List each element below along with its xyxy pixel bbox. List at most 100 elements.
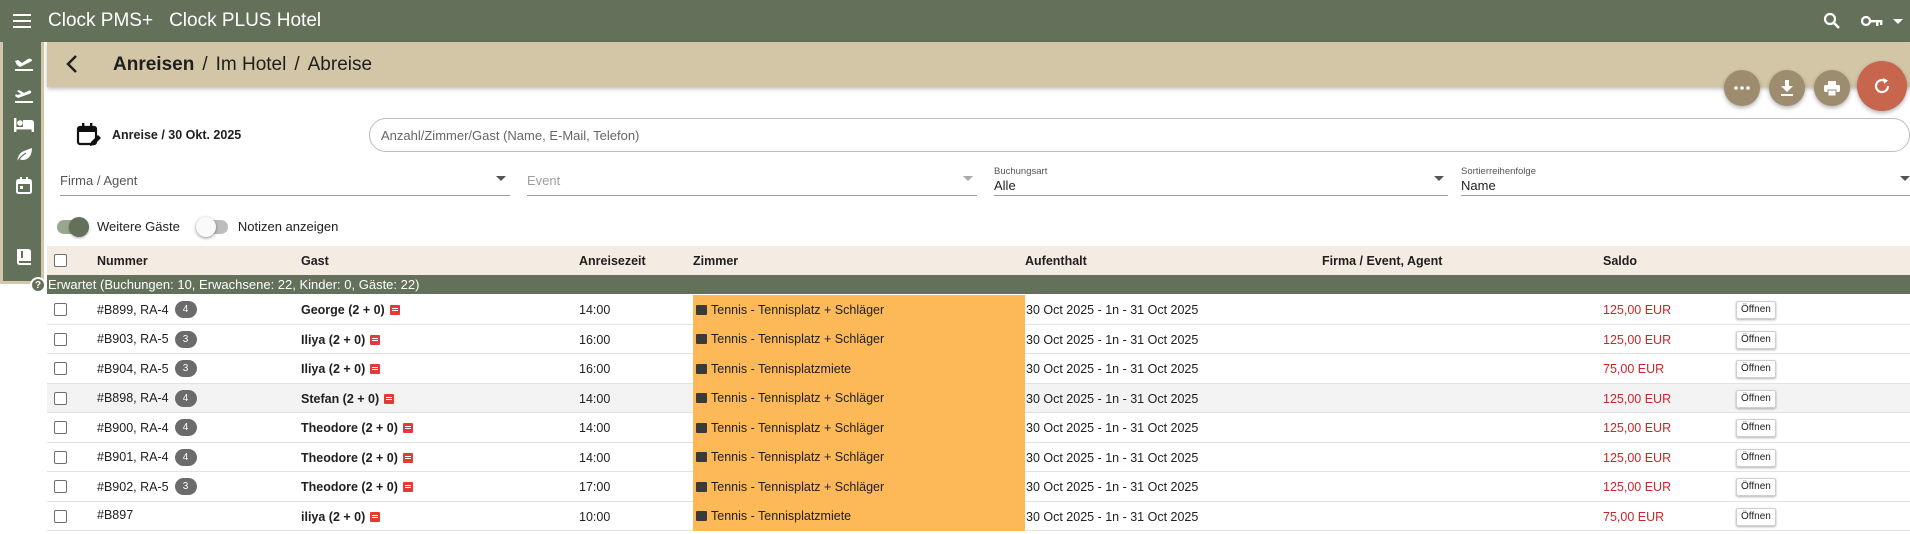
open-button[interactable]: Öffnen xyxy=(1736,330,1776,349)
open-button[interactable]: Öffnen xyxy=(1736,301,1776,319)
breadcrumb-in-hotel[interactable]: Im Hotel xyxy=(216,54,287,75)
date-selector[interactable]: Anreise / 30 Okt. 2025 xyxy=(76,122,241,148)
booking-number[interactable]: #B901, RA-4 4 xyxy=(97,448,197,466)
note-icon[interactable] xyxy=(402,452,413,463)
breadcrumb-departure[interactable]: Abreise xyxy=(308,54,372,75)
note-icon[interactable] xyxy=(370,511,381,522)
open-button[interactable]: Öffnen xyxy=(1736,389,1776,408)
arrivals-icon[interactable] xyxy=(9,48,39,78)
booking-number[interactable]: #B897 xyxy=(97,508,133,522)
chevron-down-icon xyxy=(1434,176,1444,181)
booking-number[interactable]: #B899, RA-4 4 xyxy=(97,301,197,318)
stay-period: 30 Oct 2025 - 1n - 31 Oct 2025 xyxy=(1026,303,1199,317)
row-checkbox[interactable] xyxy=(54,421,67,434)
sort-order-select[interactable]: Sortierreihenfolge Name xyxy=(1461,164,1910,196)
booking-type-select[interactable]: Buchungsart Alle xyxy=(994,164,1448,196)
table-row[interactable]: #B899, RA-4 4 George (2 + 0) 14:00 Tennis… xyxy=(47,295,1910,325)
show-notes-toggle[interactable] xyxy=(195,216,228,237)
event-select[interactable]: Event xyxy=(527,164,977,196)
guest-name[interactable]: Stefan (2 + 0) xyxy=(301,392,395,406)
table-row[interactable]: #B903, RA-5 3 Iliya (2 + 0) 16:00 Tennis … xyxy=(47,324,1910,354)
row-checkbox[interactable] xyxy=(54,362,67,375)
leaf-icon[interactable] xyxy=(9,140,39,170)
guest-name[interactable]: Iliya (2 + 0) xyxy=(301,362,381,376)
key-menu[interactable] xyxy=(1854,0,1910,42)
room-type-icon xyxy=(696,393,707,404)
booking-number[interactable]: #B898, RA-4 4 xyxy=(97,389,197,407)
column-arrival-time[interactable]: Anreisezeit xyxy=(579,254,646,268)
table-row[interactable]: #B898, RA-4 4 Stefan (2 + 0) 14:00 Tennis… xyxy=(47,383,1910,413)
row-checkbox[interactable] xyxy=(54,332,67,346)
row-checkbox[interactable] xyxy=(54,391,67,405)
book-icon[interactable] xyxy=(9,242,39,272)
room-name: Tennis - Tennisplatzmiete xyxy=(711,509,852,524)
note-icon[interactable] xyxy=(402,423,413,433)
hotel-name[interactable]: Clock PLUS Hotel xyxy=(169,10,321,32)
column-guest[interactable]: Gast xyxy=(301,254,329,268)
print-button[interactable] xyxy=(1814,70,1850,106)
room-type-icon xyxy=(696,304,707,315)
column-room[interactable]: Zimmer xyxy=(693,254,738,268)
booking-number[interactable]: #B902, RA-5 3 xyxy=(97,478,197,495)
breadcrumb-arrivals[interactable]: Anreisen xyxy=(113,54,194,75)
room-cell[interactable]: Tennis - Tennisplatz + Schläger xyxy=(693,295,1025,325)
open-button[interactable]: Öffnen xyxy=(1736,507,1776,526)
room-cell[interactable]: Tennis - Tennisplatz + Schläger xyxy=(693,442,1025,472)
guest-name[interactable]: George (2 + 0) xyxy=(301,303,400,317)
table-row[interactable]: #B900, RA-4 4 Theodore (2 + 0) 14:00 Tenn… xyxy=(47,413,1910,443)
note-icon[interactable] xyxy=(389,305,400,315)
note-icon[interactable] xyxy=(370,364,381,374)
guest-name[interactable]: Iliya (2 + 0) xyxy=(301,333,381,347)
open-button[interactable]: Öffnen xyxy=(1736,419,1776,437)
row-checkbox[interactable] xyxy=(54,303,67,316)
note-icon[interactable] xyxy=(370,334,381,345)
note-icon[interactable] xyxy=(384,393,395,404)
help-icon[interactable]: ? xyxy=(30,277,46,293)
menu-icon[interactable] xyxy=(0,0,44,42)
search-input[interactable]: Anzahl/Zimmer/Gast (Name, E-Mail, Telefo… xyxy=(369,118,1910,152)
open-button[interactable]: Öffnen xyxy=(1736,360,1776,378)
row-checkbox[interactable] xyxy=(54,480,67,493)
search-icon[interactable] xyxy=(1810,0,1854,42)
select-all-checkbox[interactable] xyxy=(54,254,67,267)
open-button[interactable]: Öffnen xyxy=(1736,448,1776,467)
booking-number[interactable]: #B900, RA-4 4 xyxy=(97,419,197,436)
row-checkbox[interactable] xyxy=(54,450,67,464)
row-checkbox[interactable] xyxy=(54,509,67,523)
column-company[interactable]: Firma / Event, Agent xyxy=(1322,254,1442,268)
calendar-icon[interactable] xyxy=(9,170,39,200)
table-row[interactable]: #B901, RA-4 4 Theodore (2 + 0) 14:00 Tenn… xyxy=(47,442,1910,472)
table-row[interactable]: #B904, RA-5 3 Iliya (2 + 0) 16:00 Tennis … xyxy=(47,354,1910,384)
room-cell[interactable]: Tennis - Tennisplatzmiete xyxy=(693,354,1025,384)
refresh-button[interactable] xyxy=(1857,61,1907,111)
booking-number[interactable]: #B903, RA-5 3 xyxy=(97,330,197,348)
note-icon[interactable] xyxy=(402,482,413,492)
departures-icon[interactable] xyxy=(9,80,39,110)
room-cell[interactable]: Tennis - Tennisplatzmiete xyxy=(693,501,1025,531)
column-stay[interactable]: Aufenthalt xyxy=(1025,254,1087,268)
guest-name-text: iliya (2 + 0) xyxy=(301,509,366,524)
open-button[interactable]: Öffnen xyxy=(1736,478,1776,496)
more-guests-label: Weitere Gäste xyxy=(97,219,180,234)
table-row[interactable]: #B902, RA-5 3 Theodore (2 + 0) 17:00 Tenn… xyxy=(47,472,1910,502)
more-guests-toggle[interactable] xyxy=(57,216,89,237)
bed-icon[interactable] xyxy=(9,110,39,140)
room-cell[interactable]: Tennis - Tennisplatz + Schläger xyxy=(693,413,1025,443)
table-row[interactable]: #B897 iliya (2 + 0) 10:00 Tennis - Tenni… xyxy=(47,501,1910,531)
company-agent-select[interactable]: Firma / Agent xyxy=(60,164,510,196)
guest-name[interactable]: iliya (2 + 0) xyxy=(301,509,381,524)
back-icon[interactable] xyxy=(59,51,85,77)
balance-value: 125,00 EUR xyxy=(1603,303,1672,317)
room-cell[interactable]: Tennis - Tennisplatz + Schläger xyxy=(693,472,1025,502)
booking-number[interactable]: #B904, RA-5 3 xyxy=(97,360,197,377)
guest-name[interactable]: Theodore (2 + 0) xyxy=(301,480,413,494)
column-number[interactable]: Nummer xyxy=(97,254,148,268)
guest-name[interactable]: Theodore (2 + 0) xyxy=(301,421,413,435)
room-cell[interactable]: Tennis - Tennisplatz + Schläger xyxy=(693,383,1025,413)
download-button[interactable] xyxy=(1769,70,1805,106)
column-balance[interactable]: Saldo xyxy=(1603,254,1637,268)
guest-name-text: Iliya (2 + 0) xyxy=(301,362,366,376)
room-cell[interactable]: Tennis - Tennisplatz + Schläger xyxy=(693,324,1025,354)
guest-name[interactable]: Theodore (2 + 0) xyxy=(301,451,413,465)
more-options-button[interactable] xyxy=(1724,70,1760,106)
